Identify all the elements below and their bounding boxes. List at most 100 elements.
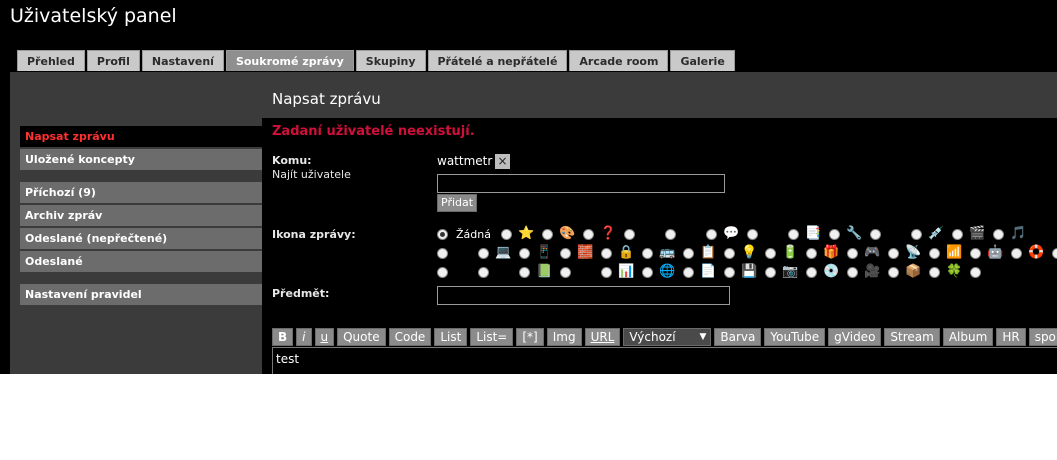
- stream-button[interactable]: Stream: [884, 328, 940, 346]
- subject-input[interactable]: [437, 286, 730, 305]
- radio-icon[interactable]: [665, 228, 676, 240]
- radio-icon[interactable]: [847, 266, 858, 278]
- sidebar-item-inbox[interactable]: Příchozí (9): [20, 182, 262, 203]
- tab-arcade-room[interactable]: Arcade room: [569, 50, 669, 71]
- icon-option[interactable]: 📅: [1052, 244, 1057, 262]
- radio-icon[interactable]: [706, 228, 717, 240]
- icon-option-none[interactable]: Žádná: [437, 225, 501, 243]
- icon-option[interactable]: 💾: [724, 263, 765, 281]
- icon-option[interactable]: 📡: [888, 244, 929, 262]
- icon-option[interactable]: ♥: [747, 225, 788, 243]
- radio-icon[interactable]: [683, 247, 694, 259]
- radio-icon[interactable]: [952, 228, 963, 240]
- tab-overview[interactable]: Přehled: [17, 50, 85, 71]
- italic-button[interactable]: i: [296, 328, 312, 346]
- radio-icon[interactable]: [993, 228, 1004, 240]
- sidebar-item-sent[interactable]: Odeslané: [20, 251, 262, 272]
- spoiler-button[interactable]: spoiler=: [1028, 328, 1057, 346]
- icon-option[interactable]: ℹ: [665, 225, 706, 243]
- icon-option[interactable]: 📑: [788, 225, 829, 243]
- radio-icon[interactable]: [478, 266, 489, 278]
- tab-private-messages[interactable]: Soukromé zprávy: [225, 50, 354, 71]
- list-item-button[interactable]: [*]: [516, 328, 544, 346]
- radio-icon[interactable]: [601, 266, 612, 278]
- quote-button[interactable]: Quote: [337, 328, 386, 346]
- remove-recipient-button[interactable]: ×: [495, 154, 510, 169]
- youtube-button[interactable]: YouTube: [764, 328, 826, 346]
- sidebar-item-drafts[interactable]: Uložené koncepty: [20, 149, 262, 170]
- radio-icon[interactable]: [870, 228, 881, 240]
- radio-icon[interactable]: [437, 266, 448, 278]
- tab-profile[interactable]: Profil: [86, 50, 140, 71]
- tab-friends-foes[interactable]: Přátelé a nepřátelé: [427, 50, 568, 71]
- add-recipient-button[interactable]: Přidat: [437, 194, 478, 212]
- find-user-link[interactable]: Najít uživatele: [272, 168, 351, 181]
- icon-option[interactable]: 🤖: [970, 244, 1011, 262]
- url-button[interactable]: URL: [584, 328, 621, 346]
- icon-option[interactable]: 📷: [765, 263, 806, 281]
- bold-button[interactable]: B: [272, 328, 294, 346]
- icon-option[interactable]: 🚌: [642, 244, 683, 262]
- radio-icon[interactable]: [624, 228, 635, 240]
- icon-option[interactable]: 💬: [706, 225, 747, 243]
- icon-option[interactable]: 💻: [478, 244, 519, 262]
- radio-icon[interactable]: [847, 247, 858, 259]
- icon-option[interactable]: ⌨: [437, 263, 478, 281]
- icon-option[interactable]: 🖥: [437, 244, 478, 262]
- message-editor[interactable]: test: [272, 347, 1057, 374]
- icon-option[interactable]: 🔧: [829, 225, 870, 243]
- icon-option[interactable]: 🍀: [929, 263, 970, 281]
- icon-option[interactable]: ⚙: [870, 225, 911, 243]
- underline-button[interactable]: u: [314, 328, 335, 346]
- sidebar-item-compose[interactable]: Napsat zprávu: [20, 126, 262, 147]
- icon-option[interactable]: 🌐: [642, 263, 683, 281]
- radio-icon[interactable]: [765, 266, 776, 278]
- sidebar-item-archive[interactable]: Archiv zpráv: [20, 205, 262, 226]
- hr-button[interactable]: HR: [996, 328, 1026, 346]
- icon-option[interactable]: 🗑: [970, 263, 1011, 281]
- album-button[interactable]: Album: [942, 328, 994, 346]
- radio-icon[interactable]: [519, 266, 530, 278]
- radio-icon[interactable]: [806, 247, 817, 259]
- radio-icon[interactable]: [542, 228, 553, 240]
- radio-icon[interactable]: [560, 247, 571, 259]
- icon-option[interactable]: 🔋: [765, 244, 806, 262]
- icon-option[interactable]: 📊: [601, 263, 642, 281]
- icon-option[interactable]: 💉: [911, 225, 952, 243]
- radio-icon[interactable]: [478, 247, 489, 259]
- radio-icon[interactable]: [560, 266, 571, 278]
- ordered-list-button[interactable]: List=: [470, 328, 514, 346]
- icon-option[interactable]: ⚠: [624, 225, 665, 243]
- radio-icon[interactable]: [888, 266, 899, 278]
- radio-icon[interactable]: [929, 266, 940, 278]
- icon-option[interactable]: 💡: [724, 244, 765, 262]
- radio-icon[interactable]: [970, 266, 981, 278]
- icon-option[interactable]: 🎵: [993, 225, 1034, 243]
- tab-groups[interactable]: Skupiny: [355, 50, 426, 71]
- image-button[interactable]: Img: [546, 328, 582, 346]
- radio-icon[interactable]: [929, 247, 940, 259]
- icon-option[interactable]: 🎨: [542, 225, 583, 243]
- radio-icon[interactable]: [724, 266, 735, 278]
- icon-option[interactable]: 🧱: [560, 244, 601, 262]
- radio-icon[interactable]: [437, 228, 448, 240]
- icon-option[interactable]: 📄: [683, 263, 724, 281]
- icon-option[interactable]: 📗: [519, 263, 560, 281]
- radio-icon[interactable]: [806, 266, 817, 278]
- radio-icon[interactable]: [1011, 247, 1022, 259]
- radio-icon[interactable]: [970, 247, 981, 259]
- icon-option[interactable]: 📋: [683, 244, 724, 262]
- icon-option[interactable]: 📱: [519, 244, 560, 262]
- icon-option[interactable]: 📦: [888, 263, 929, 281]
- icon-option[interactable]: ❓: [583, 225, 624, 243]
- radio-icon[interactable]: [683, 266, 694, 278]
- icon-option[interactable]: 🎁: [806, 244, 847, 262]
- radio-icon[interactable]: [642, 247, 653, 259]
- tab-gallery[interactable]: Galerie: [670, 50, 735, 71]
- icon-option[interactable]: 🖨: [560, 263, 601, 281]
- radio-icon[interactable]: [747, 228, 758, 240]
- radio-icon[interactable]: [1052, 247, 1057, 259]
- radio-icon[interactable]: [829, 228, 840, 240]
- icon-option[interactable]: 🛟: [1011, 244, 1052, 262]
- icon-option[interactable]: 🎥: [847, 263, 888, 281]
